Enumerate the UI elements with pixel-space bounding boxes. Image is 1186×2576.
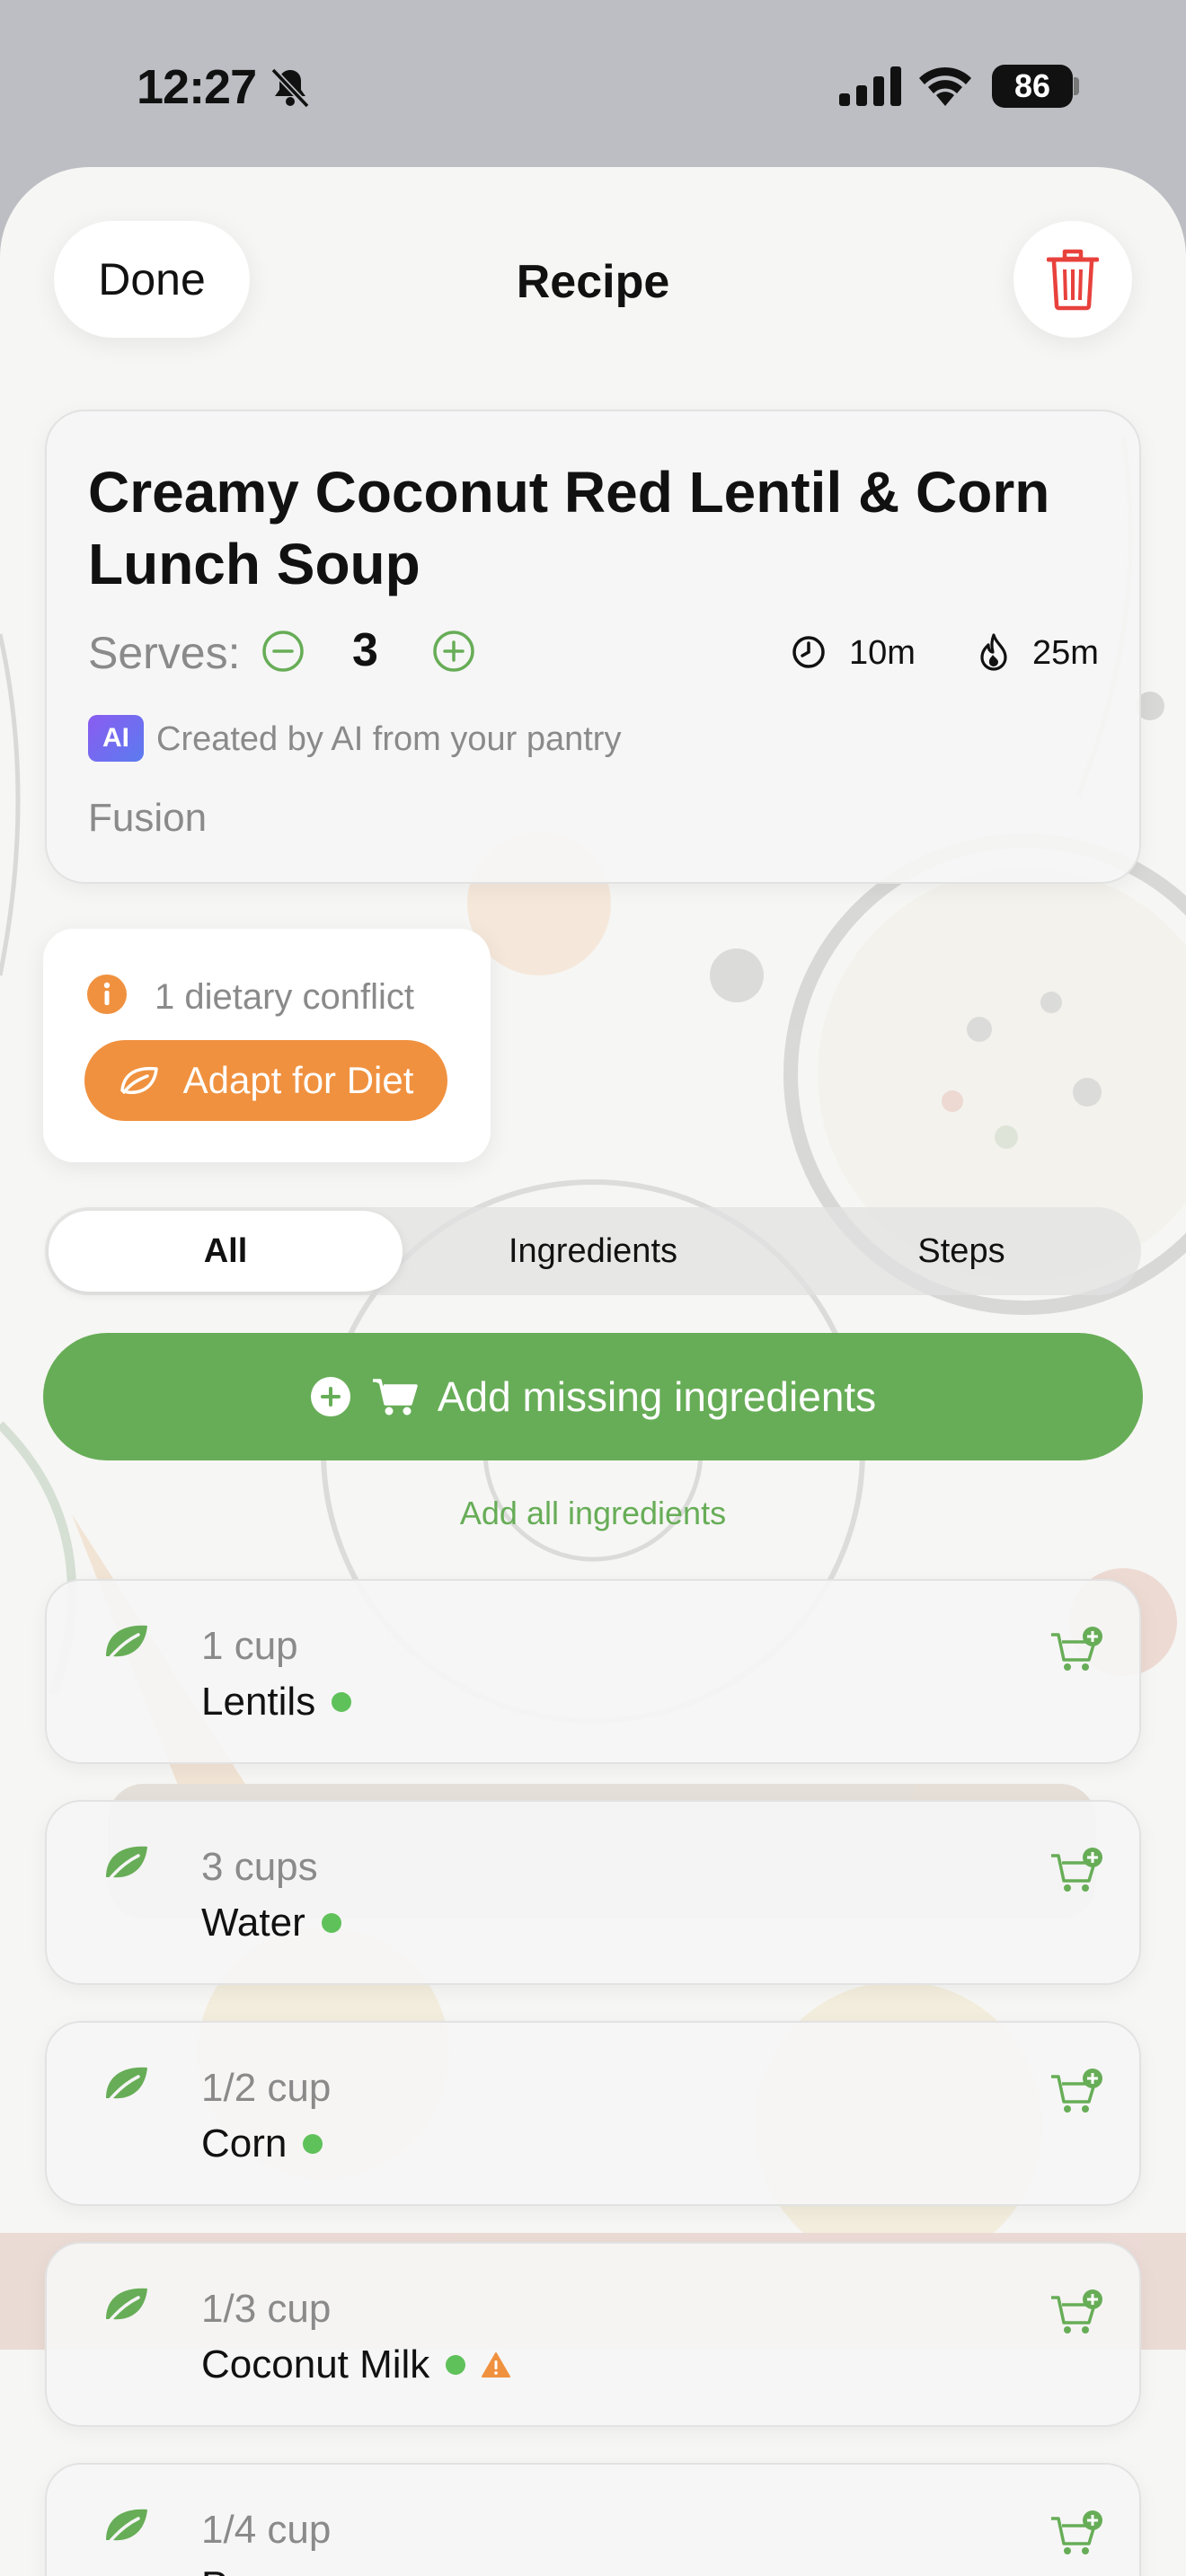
flame-icon (980, 633, 1007, 671)
ingredient-quantity: 3 cups (201, 1845, 318, 1889)
ingredient-name-row: Water (201, 1901, 341, 1945)
in-pantry-dot (446, 2355, 466, 2375)
add-missing-ingredients-button[interactable]: Add missing ingredients (43, 1333, 1143, 1460)
leaf-icon (106, 2509, 147, 2544)
ingredient-item[interactable]: 1/4 cup Peas (45, 2463, 1141, 2576)
prep-time: 10m (849, 634, 916, 672)
plus-circle-icon (310, 1377, 350, 1416)
ai-badge: AI (88, 715, 144, 762)
cuisine-label: Fusion (88, 796, 208, 840)
tab-ingredients[interactable]: Ingredients (404, 1207, 782, 1295)
dietary-conflict-card: 1 dietary conflict Adapt for Diet (43, 929, 491, 1162)
in-pantry-dot (303, 2134, 323, 2154)
leaf-icon (106, 2067, 147, 2102)
ai-created-note: Created by AI from your pantry (156, 720, 622, 758)
in-pantry-dot (332, 1692, 352, 1712)
ingredient-name-row: Peas (201, 2563, 327, 2576)
ingredient-quantity: 1 cup (201, 1624, 298, 1668)
page-title: Recipe (516, 256, 670, 308)
ingredient-name: Water (201, 1901, 305, 1945)
bell-slash-icon (270, 67, 310, 109)
add-to-cart-icon[interactable] (1049, 1847, 1103, 1895)
leaf-outline-icon (119, 1066, 158, 1094)
status-time: 12:27 (137, 60, 257, 114)
add-all-ingredients-link[interactable]: Add all ingredients (0, 1495, 1186, 1532)
section-tabs: All Ingredients Steps (45, 1207, 1141, 1295)
ingredient-quantity: 1/4 cup (201, 2508, 332, 2552)
in-pantry-dot (321, 1913, 341, 1933)
add-to-cart-icon[interactable] (1049, 2510, 1103, 2558)
add-missing-label: Add missing ingredients (437, 1373, 877, 1420)
cart-icon (372, 1379, 418, 1416)
add-to-cart-icon[interactable] (1049, 2068, 1103, 2116)
clock-icon (792, 636, 825, 668)
ingredient-item[interactable]: 3 cups Water (45, 1800, 1141, 1985)
delete-recipe-button[interactable] (1013, 221, 1132, 338)
ingredient-name-row: Coconut Milk (201, 2342, 511, 2387)
battery-indicator: 86 (992, 65, 1073, 108)
servings-count: 3 (352, 624, 378, 676)
leaf-icon (106, 1846, 147, 1881)
ingredient-quantity: 1/3 cup (201, 2287, 332, 2331)
ingredient-item[interactable]: 1/3 cup Coconut Milk (45, 2242, 1141, 2427)
ingredient-name: Lentils (201, 1680, 316, 1724)
cook-time: 25m (1032, 634, 1099, 672)
recipe-sheet: Done Recipe Creamy Coconut Red Lentil & … (0, 167, 1186, 2576)
increase-servings-button[interactable] (431, 629, 476, 674)
tab-steps[interactable]: Steps (782, 1207, 1141, 1295)
leaf-icon (106, 1625, 147, 1660)
tab-all[interactable]: All (49, 1211, 403, 1292)
dietary-conflict-text: 1 dietary conflict (155, 977, 415, 1017)
serves-label: Serves: (88, 628, 241, 678)
ingredient-name: Corn (201, 2122, 288, 2166)
adapt-for-diet-label: Adapt for Diet (182, 1059, 414, 1101)
add-to-cart-icon[interactable] (1049, 1626, 1103, 1674)
cellular-signal-icon (839, 66, 901, 106)
recipe-header-card: Creamy Coconut Red Lentil & Corn Lunch S… (45, 410, 1141, 884)
recipe-title: Creamy Coconut Red Lentil & Corn Lunch S… (88, 460, 1050, 596)
decrease-servings-button[interactable] (261, 629, 305, 674)
trash-icon (1047, 249, 1099, 311)
info-icon (87, 975, 127, 1014)
ingredient-quantity: 1/2 cup (201, 2066, 332, 2110)
wifi-icon (919, 66, 971, 106)
add-to-cart-icon[interactable] (1049, 2289, 1103, 2337)
adapt-for-diet-button[interactable]: Adapt for Diet (84, 1040, 447, 1121)
ingredient-name: Peas (201, 2563, 291, 2576)
leaf-icon (106, 2288, 147, 2323)
ingredient-name-row: Lentils (201, 1680, 352, 1725)
ingredient-name: Coconut Milk (201, 2342, 430, 2386)
ingredient-item[interactable]: 1 cup Lentils (45, 1579, 1141, 1764)
warning-icon (482, 2352, 511, 2378)
status-bar: 12:27 86 (0, 0, 1186, 167)
ingredient-name-row: Corn (201, 2122, 323, 2166)
battery-cap (1074, 77, 1079, 95)
ingredient-item[interactable]: 1/2 cup Corn (45, 2021, 1141, 2206)
